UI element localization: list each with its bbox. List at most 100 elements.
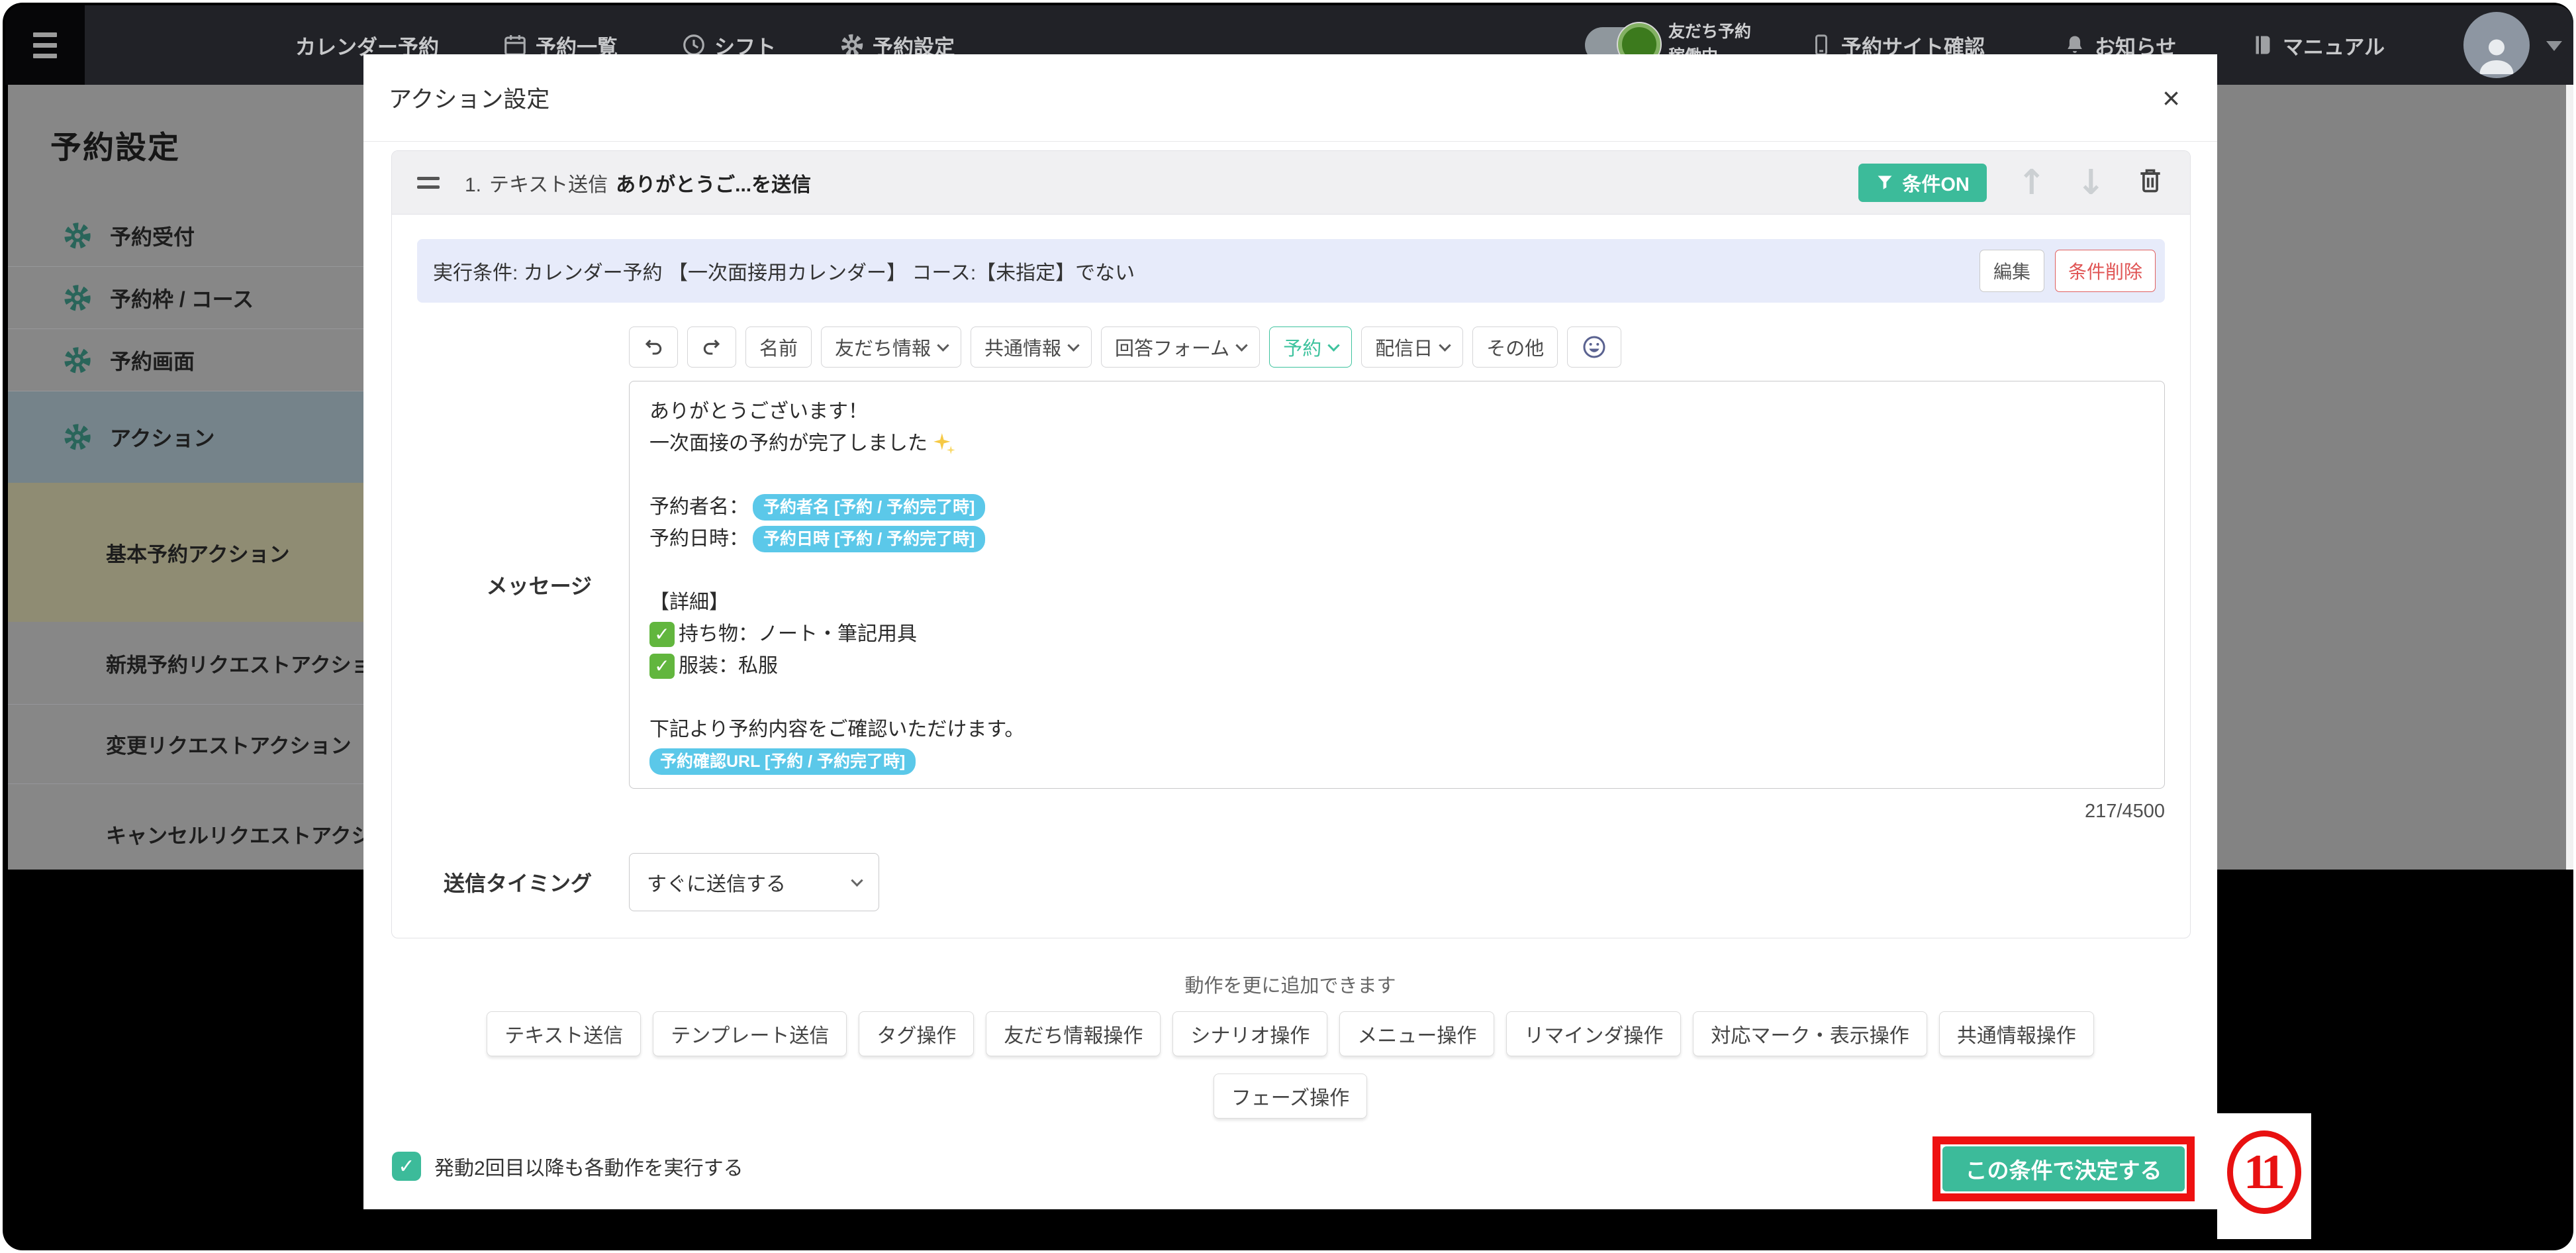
message-text: 一次面接の予約が完了しました: [649, 428, 928, 460]
sidebar-item-2[interactable]: 予約画面: [8, 329, 363, 391]
message-text: 【詳細】: [649, 587, 729, 619]
move-up-icon[interactable]: ↑: [2017, 166, 2046, 200]
insert-7-button[interactable]: 配信日: [1361, 326, 1463, 368]
add-action-button-1-4[interactable]: シナリオ操作: [1172, 1011, 1327, 1056]
add-action-button-1-8[interactable]: 共通情報操作: [1939, 1011, 2094, 1056]
manual-link[interactable]: マニュアル: [2251, 5, 2385, 85]
message-label: メッセージ: [417, 570, 629, 600]
add-action-button-2-0[interactable]: フェーズ操作: [1214, 1074, 1368, 1119]
account-dropdown-caret-icon[interactable]: [2546, 41, 2562, 51]
remove-condition-button[interactable]: 条件削除: [2055, 250, 2156, 292]
insert-8-button[interactable]: その他: [1472, 326, 1558, 368]
redo-icon: [701, 336, 722, 358]
modal-backdrop: [2217, 85, 2566, 870]
toolbar-button-label: 名前: [759, 333, 798, 361]
insert-4-button[interactable]: 共通情報: [971, 326, 1092, 368]
message-toolbar: 名前 友だち情報 共通情報回答フォーム 予約 配信日 その他: [629, 326, 1621, 368]
action-card: 1. テキスト送信 ありがとうご...を送信 条件ON ↑ ↓ 実行条件: カレ…: [391, 150, 2191, 938]
variable-tag[interactable]: 予約日時 [予約 / 予約完了時]: [753, 526, 985, 552]
add-action-button-1-5[interactable]: メニュー操作: [1339, 1011, 1494, 1056]
sparkle-emoji-icon: [931, 431, 957, 456]
delete-action-button[interactable]: [2136, 166, 2165, 199]
add-action-button-1-7[interactable]: 対応マーク・表示操作: [1693, 1011, 1927, 1056]
add-action-button-1-6[interactable]: リマインダ操作: [1506, 1011, 1681, 1056]
chevron-down-icon: [851, 874, 863, 886]
sidebar-item-1[interactable]: 予約枠 / コース: [8, 267, 363, 329]
toolbar-button-label: 回答フォーム: [1115, 333, 1229, 361]
device-icon: [1809, 33, 1833, 57]
message-line: 予約日時：予約日時 [予約 / 予約完了時]: [649, 523, 2144, 555]
annotation-patch: 11: [2217, 1113, 2311, 1239]
toolbar-button-label: 友だち情報: [835, 333, 931, 361]
toolbar-button-label: その他: [1486, 333, 1544, 361]
add-action-button-1-2[interactable]: タグ操作: [859, 1011, 974, 1056]
sidebar-item-0[interactable]: 予約受付: [8, 205, 363, 267]
add-action-button-1-0[interactable]: テキスト送信: [487, 1011, 641, 1056]
add-action-button-1-3[interactable]: 友だち情報操作: [986, 1011, 1161, 1056]
execution-condition-text: 実行条件: カレンダー予約 【一次面接用カレンダー】 コース:【未指定】でない: [433, 256, 1135, 285]
message-text: 持ち物：ノート・筆記用具: [679, 619, 917, 650]
message-text: 予約者名：: [649, 491, 749, 523]
trash-icon: [2136, 166, 2165, 195]
message-text: ありがとうございます！: [649, 396, 868, 428]
message-line: ありがとうございます！: [649, 396, 2144, 428]
gear-icon: [62, 221, 93, 251]
close-icon[interactable]: ×: [2162, 83, 2180, 113]
undo-icon: [643, 336, 664, 358]
add-action-hint: 動作を更に追加できます: [363, 970, 2217, 998]
sidebar-subitem-1[interactable]: 新規予約リクエストアクション: [8, 622, 363, 705]
sidebar-item-label: 予約受付: [110, 221, 195, 251]
message-line: 下記より予約内容をご確認いただけます。: [649, 714, 2144, 746]
sidebar-menu: 予約受付予約枠 / コース予約画面アクション: [8, 205, 363, 483]
action-settings-modal: アクション設定 × 1. テキスト送信 ありがとうご...を送信 条件ON ↑ …: [363, 54, 2217, 1209]
hamburger-menu-button[interactable]: [5, 5, 85, 85]
condition-on-button[interactable]: 条件ON: [1858, 164, 1987, 202]
sidebar-item-label: 予約枠 / コース: [110, 283, 254, 313]
emoji-icon: [1581, 334, 1607, 360]
move-down-icon[interactable]: ↓: [2076, 166, 2105, 200]
sidebar-item-label: アクション: [110, 422, 215, 452]
user-avatar[interactable]: [2463, 12, 2530, 78]
toolbar-button-label: 配信日: [1375, 333, 1433, 361]
repeat-checkbox[interactable]: ✓: [392, 1152, 421, 1181]
edit-condition-button[interactable]: 編集: [1980, 250, 2044, 292]
confirm-condition-button[interactable]: この条件で決定する: [1942, 1146, 2185, 1191]
action-card-title: 1. テキスト送信 ありがとうご...を送信: [465, 168, 811, 197]
gear-icon: [62, 283, 93, 313]
toolbar-button-label: 予約: [1283, 333, 1321, 361]
undo-button[interactable]: [629, 326, 678, 368]
message-text: 予約日時：: [649, 523, 749, 555]
add-action-row-1: テキスト送信テンプレート送信タグ操作友だち情報操作シナリオ操作メニュー操作リマイ…: [363, 1011, 2217, 1056]
sidebar-subitem-2[interactable]: 変更リクエストアクション: [8, 705, 363, 784]
sidebar-item-label: 予約画面: [110, 345, 195, 376]
chevron-down-icon: [1439, 339, 1451, 351]
insert-3-button[interactable]: 友だち情報: [821, 326, 961, 368]
modal-header: アクション設定 ×: [363, 54, 2217, 142]
variable-tag[interactable]: 予約確認URL [予約 / 予約完了時]: [649, 748, 916, 775]
insert-6-button[interactable]: 予約: [1269, 326, 1352, 368]
book-icon: [2251, 33, 2275, 57]
message-line: ✓持ち物：ノート・筆記用具: [649, 619, 2144, 650]
insert-2-button[interactable]: 名前: [745, 326, 812, 368]
repeat-checkbox-label: 発動2回目以降も各動作を実行する: [434, 1152, 743, 1181]
variable-tag[interactable]: 予約者名 [予約 / 予約完了時]: [753, 494, 985, 521]
settings-sidebar: 予約設定 予約受付予約枠 / コース予約画面アクション 基本予約アクション新規予…: [8, 85, 363, 870]
bell-icon: [2063, 33, 2087, 57]
page-scrollbar[interactable]: [2566, 85, 2573, 870]
hamburger-icon: [33, 32, 57, 37]
message-line: [649, 555, 2144, 587]
emoji-button[interactable]: [1567, 326, 1621, 368]
sidebar-item-3-selected[interactable]: アクション: [8, 391, 363, 483]
drag-handle-icon[interactable]: [417, 177, 440, 189]
sidebar-subitem-3[interactable]: キャンセルリクエストアクション: [8, 784, 363, 870]
redo-button[interactable]: [687, 326, 736, 368]
send-timing-select[interactable]: すぐに送信する: [629, 853, 879, 911]
insert-5-button[interactable]: 回答フォーム: [1101, 326, 1260, 368]
action-card-header: 1. テキスト送信 ありがとうご...を送信 条件ON ↑ ↓: [392, 151, 2190, 215]
sidebar-subitem-0-selected[interactable]: 基本予約アクション: [8, 483, 363, 622]
add-action-button-1-1[interactable]: テンプレート送信: [653, 1011, 847, 1056]
message-line: 【詳細】: [649, 587, 2144, 619]
message-line: 一次面接の予約が完了しました: [649, 428, 2144, 460]
message-textarea[interactable]: ありがとうございます！一次面接の予約が完了しました予約者名：予約者名 [予約 /…: [629, 381, 2165, 789]
message-line: [649, 460, 2144, 491]
